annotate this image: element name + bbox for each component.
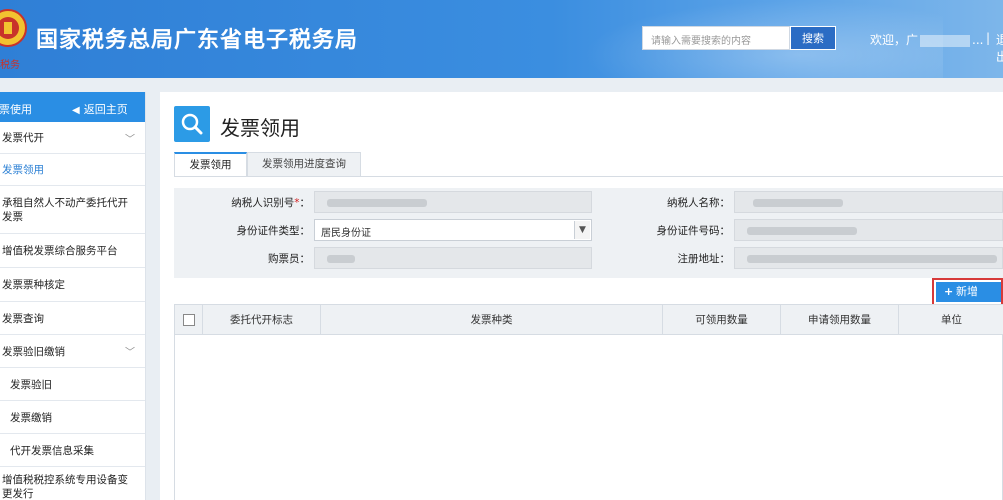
sidebar-item-label: 增值税税控系统专用设备变更发行 (2, 473, 128, 500)
sidebar-item-invoice-type-approval[interactable]: 发票票种核定 (0, 268, 145, 302)
address-label: 注册地址： (677, 253, 731, 265)
logout-link[interactable]: 退出 (996, 31, 1003, 65)
taxpayer-id-label-text: 纳税人识别号 (231, 197, 295, 209)
header-separator: | (986, 31, 991, 45)
id-number-label: 身份证件号码： (656, 225, 731, 237)
tab-invoice-collect[interactable]: 发票领用 (174, 152, 247, 177)
id-type-value: 居民身份证 (321, 228, 371, 239)
sidebar-item-invoice-verify[interactable]: 发票验旧 (0, 368, 145, 401)
id-type-label: 身份证件类型： (236, 225, 311, 237)
column-header[interactable]: 申请领用数量 (781, 305, 899, 335)
sidebar-item-label: 发票票种核定 (2, 279, 65, 291)
sidebar-header-title: 发票使用 (0, 103, 32, 116)
sidebar-item-label: 发票验旧 (10, 378, 52, 391)
sidebar-item-invoice-cancel[interactable]: 发票缴销 (0, 401, 145, 434)
site-title: 国家税务总局广东省电子税务局 (36, 28, 359, 53)
chevron-down-icon[interactable]: ▼ (574, 221, 590, 239)
buyer-label: 购票员： (268, 253, 310, 265)
welcome-prefix: 欢迎，广 (870, 33, 919, 47)
chevron-down-icon: ﹀ (125, 134, 135, 145)
sidebar-item-vat-platform[interactable]: 增值税发票综合服务平台 (0, 234, 145, 268)
redacted-value (327, 199, 427, 207)
required-mark: * (294, 197, 300, 209)
page-title: 发票领用 (220, 116, 300, 140)
sidebar-item-label: 发票缴销 (10, 411, 52, 424)
welcome-text: 欢迎，广... (870, 31, 983, 48)
sidebar-item-issued-invoice-collection[interactable]: 代开发票信息采集 (0, 434, 145, 467)
sidebar-item-tax-device-change[interactable]: 增值税税控系统专用设备变更发行 (0, 467, 145, 500)
column-header[interactable]: 发票种类 (321, 305, 663, 335)
column-header[interactable]: 可领用数量 (663, 305, 781, 335)
taxpayer-id-field (314, 191, 592, 213)
taxpayer-id-label: 纳税人识别号*： (231, 197, 310, 209)
address-field (734, 247, 1003, 269)
welcome-suffix: ... (972, 33, 984, 47)
sidebar-item-label: 发票领用 (2, 164, 44, 176)
sidebar-item-label: 承租自然人不动产委托代开发票 (2, 196, 128, 223)
sidebar-item-label: 发票验旧缴销 (2, 345, 65, 358)
taxpayer-name-label: 纳税人名称： (667, 197, 730, 209)
search-button[interactable]: 搜索 (790, 26, 836, 50)
chevron-down-icon: ﹀ (125, 347, 135, 359)
tab-progress-query[interactable]: 发票领用进度查询 (247, 152, 361, 177)
sidebar-item-label: 增值税发票综合服务平台 (2, 245, 118, 257)
emblem-text: 税务 (0, 60, 20, 71)
taxpayer-info-form: 纳税人识别号*： 纳税人名称： 身份证件类型： 居民身份证 ▼ 身份证件号码： … (174, 188, 1003, 278)
sidebar-item-invoice-collect[interactable]: 发票领用 (0, 154, 145, 186)
sidebar-item-invoice-verify-cancel[interactable]: 发票验旧缴销 ﹀ (0, 335, 145, 368)
id-type-select[interactable]: 居民身份证 ▼ (314, 219, 592, 241)
taxpayer-name-field (734, 191, 1003, 213)
redacted-value (753, 199, 843, 207)
tax-emblem-icon (0, 9, 27, 47)
sidebar: 发票使用 ◀返回主页 发票代开 ﹀ 发票领用 承租自然人不动产委托代开发票 增值… (0, 92, 146, 500)
redacted-username (920, 34, 971, 47)
column-header[interactable]: 单位 (899, 305, 1003, 335)
search-icon (174, 106, 210, 142)
redacted-value (747, 255, 997, 263)
back-home-label: 返回主页 (83, 103, 128, 116)
buyer-field (314, 247, 592, 269)
id-number-field (734, 219, 1003, 241)
redacted-value (747, 227, 857, 235)
sidebar-header: 发票使用 ◀返回主页 (0, 92, 145, 122)
back-arrow-icon: ◀ (72, 105, 80, 116)
sidebar-item-label: 发票查询 (2, 312, 44, 325)
sidebar-item-invoice-issue[interactable]: 发票代开 ﹀ (0, 122, 145, 154)
search-input[interactable]: 请输入需要搜索的内容 (642, 26, 790, 50)
invoice-table: 委托代开标志 发票种类 可领用数量 申请领用数量 单位 (174, 304, 1003, 500)
site-header: 税务 国家税务总局广东省电子税务局 请输入需要搜索的内容 搜索 欢迎，广... … (0, 0, 1003, 78)
sidebar-item-invoice-query[interactable]: 发票查询 (0, 302, 145, 335)
select-all-checkbox[interactable] (183, 314, 195, 326)
sidebar-item-label: 代开发票信息采集 (10, 444, 94, 457)
table-header: 委托代开标志 发票种类 可领用数量 申请领用数量 单位 (175, 305, 1003, 335)
sidebar-item-lessee-property-invoice[interactable]: 承租自然人不动产委托代开发票 (0, 186, 145, 234)
select-all-cell (175, 305, 203, 335)
main-panel: 发票领用 发票领用 发票领用进度查询 纳税人识别号*： 纳税人名称： 身份证件类… (160, 92, 1003, 500)
redacted-value (327, 255, 355, 263)
tab-divider (174, 176, 1003, 177)
column-header[interactable]: 委托代开标志 (203, 305, 321, 335)
back-home-link[interactable]: ◀ 返回主页 (72, 101, 128, 117)
sidebar-item-label: 发票代开 (2, 132, 44, 144)
